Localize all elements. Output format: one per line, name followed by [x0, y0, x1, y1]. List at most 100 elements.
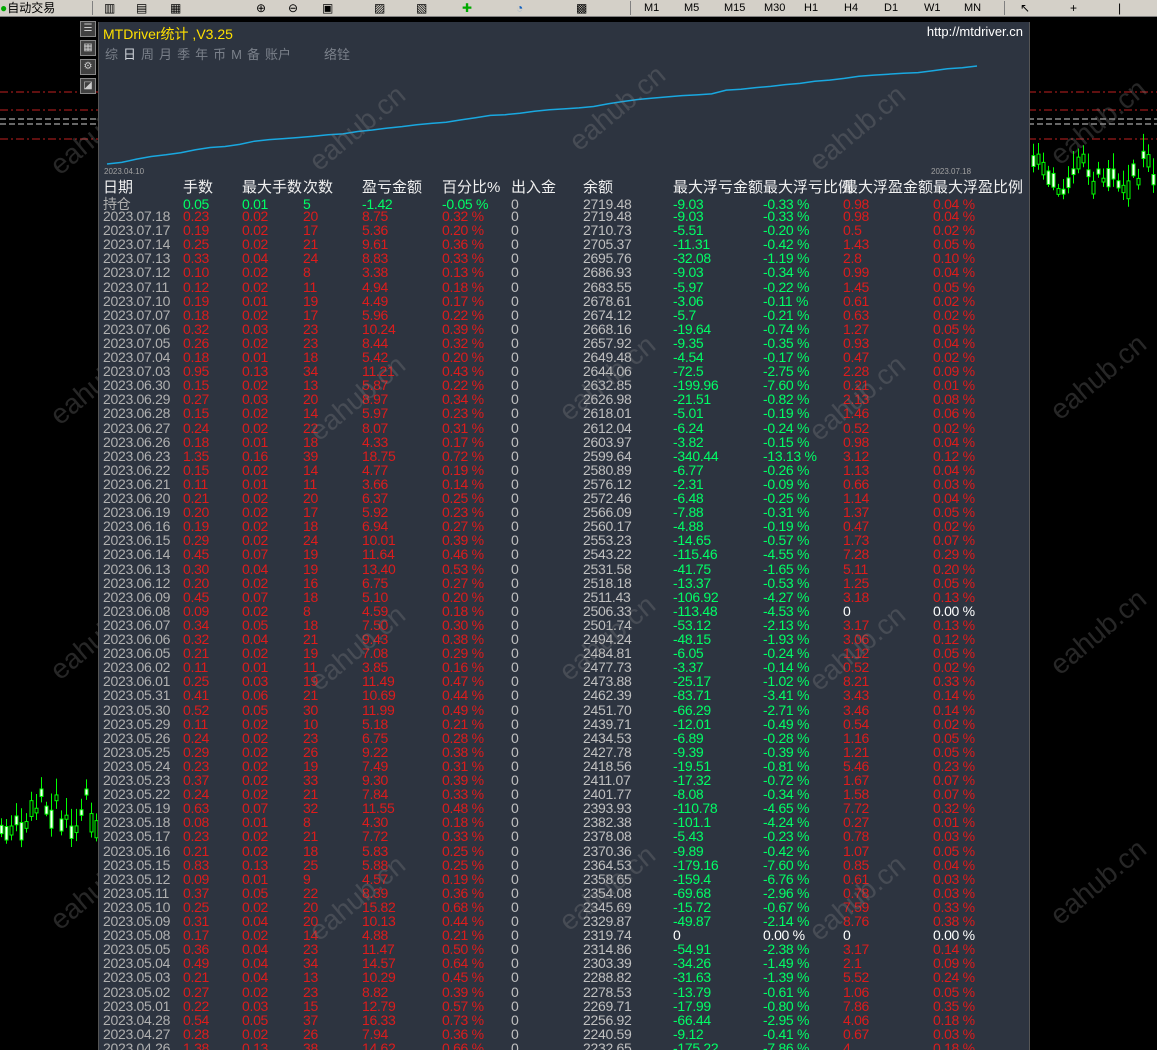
table-row[interactable]: 2023.05.12 0.09 0.01 9 4.57 0.19 % 0 2358.65 -15… [103, 872, 1029, 886]
candle-chart-icon[interactable]: ▤ [136, 1, 147, 15]
timeframe-mn[interactable]: MN [964, 1, 981, 15]
grid-icon[interactable]: ▦ [80, 40, 96, 56]
column-header[interactable]: 盈亏金额 [362, 180, 422, 196]
cell-date: 2023.07.11 [103, 278, 170, 295]
stats-sidebar: ☰ ▦ ⚙ ◪ [80, 21, 96, 97]
vertical-line-icon[interactable]: | [1118, 1, 1121, 15]
zoom-out-icon[interactable]: ⊖ [288, 1, 298, 15]
table-row[interactable]: 2023.04.28 0.54 0.05 37 16.33 0.73 % 0 2256.92 -… [103, 1011, 1029, 1028]
cell-lots: 0.52 [183, 701, 210, 718]
autotrade-button[interactable]: ●自动交易 [0, 1, 55, 15]
timeframe-m15[interactable]: M15 [724, 1, 745, 15]
cell-pnl: 4.77 [362, 461, 389, 478]
column-header[interactable]: 最大浮亏比例 [763, 180, 853, 196]
panel-url-link[interactable]: http://mtdriver.cn [927, 24, 1023, 39]
table-row[interactable]: 2023.06.09 0.45 0.07 18 5.10 0.20 % 0 2511.43 -1… [103, 588, 1029, 605]
table-row[interactable]: 2023.05.17 0.23 0.02 21 7.72 0.33 % 0 2378.08 -5… [103, 829, 1029, 843]
cell-pct: 0.18 % [442, 278, 484, 295]
table-row[interactable]: 2023.05.31 0.41 0.06 21 10.69 0.44 % 0 2462.39 -… [103, 688, 1029, 702]
candle-body [1116, 180, 1121, 189]
table-row[interactable]: 2023.05.03 0.21 0.04 13 10.29 0.45 % 0 2288.82 -… [103, 970, 1029, 984]
table-row[interactable]: 2023.07.11 0.12 0.02 11 4.94 0.18 % 0 2683.55 -5… [103, 278, 1029, 295]
table-row[interactable]: 2023.06.12 0.20 0.02 16 6.75 0.27 % 0 2518.18 -1… [103, 576, 1029, 590]
table-row[interactable]: 2023.06.22 0.15 0.02 14 4.77 0.19 % 0 2580.89 -6… [103, 461, 1029, 478]
timeframe-m1[interactable]: M1 [644, 1, 659, 15]
scroll-chart-icon[interactable]: ▨ [374, 1, 385, 15]
cell-mflp: -0.22 % [763, 278, 810, 295]
table-row[interactable]: 2023.05.16 0.21 0.02 18 5.83 0.25 % 0 2370.36 -9… [103, 844, 1029, 858]
table-row[interactable]: 2023.05.15 0.83 0.13 25 5.88 0.25 % 0 2364.53 -1… [103, 856, 1029, 873]
column-header[interactable]: 最大手数 [242, 180, 302, 196]
table-row[interactable]: 2023.06.08 0.09 0.02 8 4.59 0.18 % 0 2506.33 -11… [103, 602, 1029, 619]
cell-mfp: 4 [843, 1039, 851, 1050]
bar-chart-icon[interactable]: ▥ [104, 1, 115, 15]
table-row[interactable]: 2023.05.02 0.27 0.02 23 8.82 0.39 % 0 2278.53 -1… [103, 983, 1029, 1000]
chart-shift-icon[interactable]: ▧ [416, 1, 427, 15]
cell-deposit: 0 [511, 715, 519, 732]
table-row[interactable]: 2023.05.30 0.52 0.05 30 11.99 0.49 % 0 2451.70 -… [103, 701, 1029, 718]
column-header[interactable]: 余额 [583, 180, 613, 196]
line-chart-icon[interactable]: ▦ [170, 1, 181, 15]
table-row[interactable]: 2023.07.06 0.32 0.03 23 10.24 0.39 % 0 2668.16 -… [103, 320, 1029, 337]
table-row[interactable]: 2023.07.07 0.18 0.02 17 5.96 0.22 % 0 2674.12 -5… [103, 308, 1029, 322]
table-row[interactable]: 2023.06.13 0.30 0.04 19 13.40 0.53 % 0 2531.58 -… [103, 562, 1029, 576]
indicators-icon[interactable]: ✚ [462, 1, 472, 15]
zoom-in-icon[interactable]: ⊕ [256, 1, 266, 15]
menu-icon[interactable]: ☰ [80, 21, 96, 37]
cell-pnl: 4.59 [362, 602, 389, 619]
timeframe-w1[interactable]: W1 [924, 1, 941, 15]
cell-date: 2023.05.30 [103, 701, 171, 718]
cell-count: 25 [303, 856, 318, 873]
cell-lots: 0.22 [183, 997, 210, 1014]
templates-icon[interactable]: ▩ [576, 1, 587, 15]
table-row[interactable]: 2023.06.14 0.45 0.07 19 11.64 0.46 % 0 2543.22 -… [103, 546, 1029, 563]
table-row[interactable]: 2023.05.11 0.37 0.05 22 8.39 0.36 % 0 2354.08 -6… [103, 886, 1029, 900]
column-header[interactable]: 次数 [303, 180, 333, 196]
table-row[interactable]: 2023.05.25 0.29 0.02 26 9.22 0.38 % 0 2427.78 -9… [103, 745, 1029, 759]
table-row[interactable]: 2023.06.27 0.24 0.02 22 8.07 0.31 % 0 2612.04 -6… [103, 421, 1029, 435]
tile-windows-icon[interactable]: ▣ [322, 1, 333, 15]
timeframe-m30[interactable]: M30 [764, 1, 785, 15]
column-header[interactable]: 手数 [183, 180, 213, 196]
cell-lots: 0.83 [183, 856, 210, 873]
cell-count: 19 [303, 546, 318, 563]
timeframe-m5[interactable]: M5 [684, 1, 699, 15]
cell-balance: 2668.16 [583, 320, 632, 337]
table-row[interactable]: 2023.04.26 1.38 0.13 38 14.62 0.66 % 0 2232.65 -… [103, 1039, 1029, 1050]
candle-body [69, 825, 74, 839]
column-header[interactable]: 日期 [103, 180, 133, 196]
table-row[interactable]: 2023.06.26 0.18 0.01 18 4.33 0.17 % 0 2603.97 -3… [103, 435, 1029, 449]
chart-icon[interactable]: ◪ [80, 78, 96, 94]
cell-deposit: 0 [511, 729, 519, 746]
column-header[interactable]: 最大浮盈比例 [933, 180, 1023, 196]
periods-icon[interactable]: ◔ [516, 1, 523, 15]
cell-mfpp: 0.04 % [933, 264, 975, 281]
settings-icon[interactable]: ⚙ [80, 59, 96, 75]
cell-max_lots: 0.05 [242, 1011, 269, 1028]
cell-date: 2023.06.28 [103, 405, 171, 422]
cell-count: 23 [303, 320, 318, 337]
timeframe-d1[interactable]: D1 [884, 1, 898, 15]
cell-deposit: 0 [511, 1025, 519, 1042]
table-row[interactable]: 2023.06.28 0.15 0.02 14 5.97 0.23 % 0 2618.01 -5… [103, 405, 1029, 422]
column-header[interactable]: 百分比% [442, 180, 500, 196]
cell-pnl: 5.10 [362, 588, 389, 605]
table-row[interactable]: 2023.07.12 0.10 0.02 8 3.38 0.13 % 0 2686.93 -9.… [103, 264, 1029, 281]
column-header[interactable]: 出入金 [511, 180, 556, 196]
cell-pct: 0.23 % [442, 405, 484, 422]
timeframe-h1[interactable]: H1 [804, 1, 818, 15]
cell-lots: 0.27 [183, 983, 210, 1000]
table-row[interactable]: 2023.05.26 0.24 0.02 23 6.75 0.28 % 0 2434.53 -6… [103, 729, 1029, 746]
crosshair-icon[interactable]: + [1070, 1, 1077, 15]
table-row[interactable]: 2023.05.29 0.11 0.02 10 5.18 0.21 % 0 2439.71 -1… [103, 715, 1029, 732]
cell-deposit: 0 [511, 292, 519, 309]
timeframe-h4[interactable]: H4 [844, 1, 858, 15]
table-row[interactable]: 2023.05.01 0.22 0.03 15 12.79 0.57 % 0 2269.71 -… [103, 997, 1029, 1014]
table-row[interactable]: 2023.06.23 1.35 0.16 39 18.75 0.72 % 0 2599.64 -… [103, 449, 1029, 463]
table-row[interactable]: 2023.07.10 0.19 0.01 19 4.49 0.17 % 0 2678.61 -3… [103, 292, 1029, 309]
table-row[interactable]: 2023.04.27 0.28 0.02 26 7.94 0.36 % 0 2240.59 -9… [103, 1025, 1029, 1042]
cell-count: 38 [303, 1039, 318, 1050]
column-header[interactable]: 最大浮盈金额 [843, 180, 933, 196]
cursor-icon[interactable]: ↖ [1020, 1, 1030, 15]
column-header[interactable]: 最大浮亏金额 [673, 180, 763, 196]
